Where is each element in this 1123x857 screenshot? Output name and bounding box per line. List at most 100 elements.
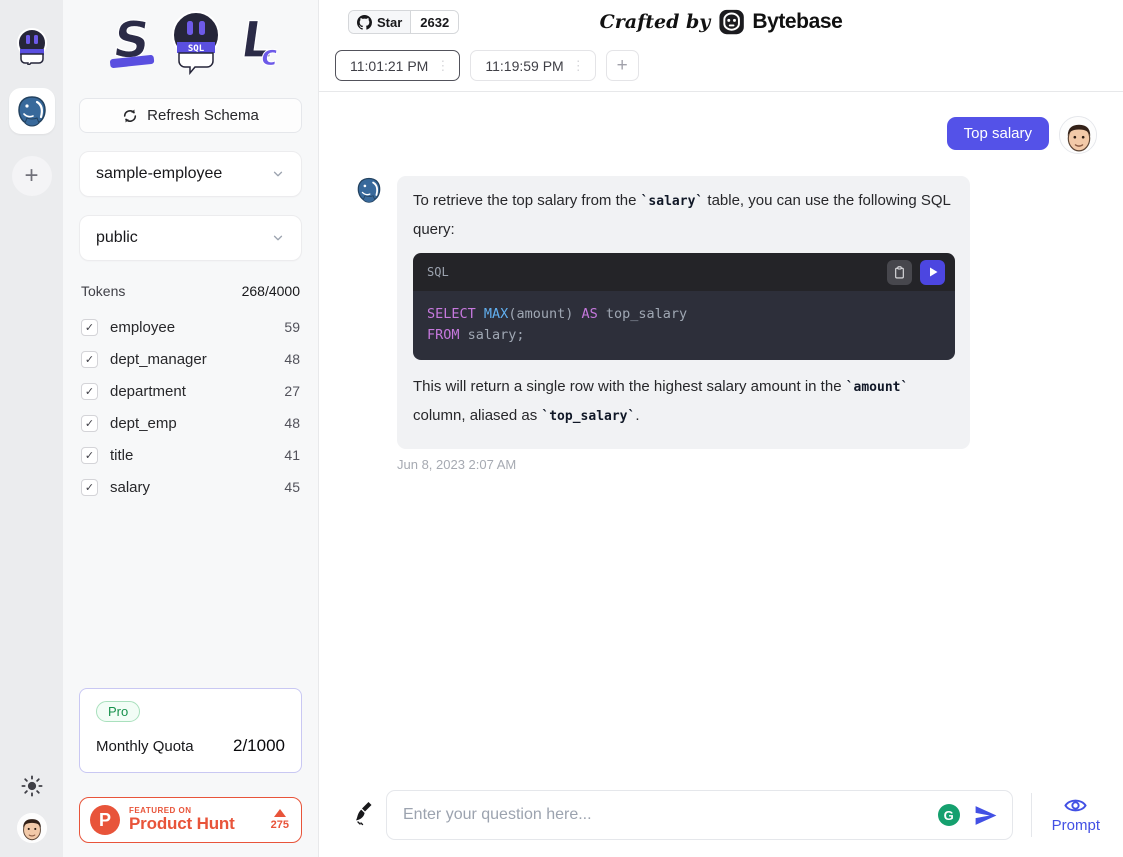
connection-rail: +	[0, 0, 63, 857]
table-row[interactable]: ✓ dept_manager 48	[79, 343, 302, 375]
quota-label: Monthly Quota	[96, 738, 194, 755]
database-select-value: sample-employee	[96, 165, 222, 183]
code-block-header: SQL	[413, 253, 955, 291]
robot-head-icon	[14, 27, 50, 65]
table-token-count: 48	[284, 351, 300, 367]
user-avatar-icon	[1060, 117, 1097, 154]
github-star-badge[interactable]: Star 2632	[348, 10, 459, 34]
table-row[interactable]: ✓employee59	[79, 311, 302, 343]
paper-plane-icon	[973, 803, 998, 828]
table-checkbox[interactable]: ✓	[81, 479, 98, 496]
clear-conversation-button[interactable]	[352, 800, 378, 830]
refresh-schema-label: Refresh Schema	[147, 107, 259, 124]
schema-select[interactable]: public	[79, 215, 302, 261]
upvote-triangle-icon	[274, 809, 286, 817]
message-timestamp: Jun 8, 2023 2:07 AM	[397, 457, 1097, 472]
star-label: Star	[377, 15, 402, 30]
table-name: employee	[110, 319, 272, 336]
broom-icon	[353, 801, 377, 829]
user-message-bubble: Top salary	[947, 117, 1049, 150]
prompt-button[interactable]: Prompt	[1046, 796, 1106, 834]
crafted-by-brand[interactable]: Crafted by Bytebase	[600, 9, 843, 35]
top-bar: Star 2632 Crafted by Bytebase	[319, 0, 1123, 44]
table-name: department	[110, 383, 272, 400]
github-icon	[357, 15, 372, 30]
crafted-by-label: Crafted by	[600, 11, 711, 33]
question-input[interactable]	[403, 806, 926, 824]
table-row[interactable]: ✓salary45	[79, 471, 302, 503]
schema-select-value: public	[96, 229, 138, 247]
tab-menu-icon[interactable]: ⋮	[572, 58, 585, 74]
table-checkbox[interactable]: ✓	[81, 351, 98, 368]
table-name: dept_emp	[110, 415, 272, 432]
theme-toggle-button[interactable]	[21, 775, 43, 797]
run-query-button[interactable]	[920, 260, 945, 285]
sqlchat-bot-icon[interactable]	[12, 26, 52, 66]
table-checkbox[interactable]: ✓	[81, 415, 98, 432]
product-hunt-badge[interactable]: P FEATURED ON Product Hunt 275	[79, 797, 302, 843]
table-checkbox[interactable]: ✓	[81, 319, 98, 336]
chevron-down-icon	[271, 167, 285, 181]
logo-robot-q: SQL	[173, 12, 219, 73]
tokens-row: Tokens 268/4000	[79, 283, 302, 299]
postgresql-elephant-icon	[15, 94, 49, 128]
database-select[interactable]: sample-employee	[79, 151, 302, 197]
table-name: salary	[110, 479, 272, 496]
question-input-container: G	[386, 790, 1013, 840]
new-conversation-button[interactable]: +	[606, 50, 639, 81]
user-avatar	[1059, 116, 1097, 154]
table-row[interactable]: ✓ dept_emp 48	[79, 407, 302, 439]
sqlchat-logo: S SQL L c	[79, 8, 302, 76]
add-connection-button[interactable]: +	[12, 156, 52, 196]
product-hunt-votes: 275	[271, 809, 289, 831]
assistant-avatar	[355, 176, 383, 204]
star-count: 2632	[411, 11, 458, 33]
table-name: title	[110, 447, 272, 464]
product-hunt-logo-icon: P	[90, 805, 120, 835]
play-icon	[927, 266, 939, 278]
grammarly-icon[interactable]: G	[938, 804, 960, 826]
conversation-tab-label: 11:19:59 PM	[485, 58, 563, 74]
assistant-message-row: To retrieve the top salary from the `sal…	[355, 176, 1097, 449]
code-block-body: SELECT MAX(amount) AS top_salaryFROM sal…	[413, 291, 955, 360]
copy-code-button[interactable]	[887, 260, 912, 285]
bytebase-name: Bytebase	[752, 10, 842, 34]
table-row[interactable]: ✓ department 27	[79, 375, 302, 407]
product-hunt-vote-count: 275	[271, 819, 289, 831]
chat-message-area: Top salary	[319, 92, 1123, 790]
code-line: SELECT MAX(amount) AS top_salary	[427, 304, 941, 325]
eye-icon	[1064, 796, 1087, 815]
conversation-tab[interactable]: 11:01:21 PM ⋮	[335, 50, 460, 81]
chat-main: Star 2632 Crafted by Bytebase 11:01:21 P…	[319, 0, 1123, 857]
bytebase-logo-icon	[718, 9, 744, 35]
table-checkbox[interactable]: ✓	[81, 447, 98, 464]
table-row[interactable]: ✓title41	[79, 439, 302, 471]
refresh-icon	[122, 108, 138, 124]
connection-postgres[interactable]	[9, 88, 55, 134]
tokens-value: 268/4000	[242, 283, 300, 299]
tokens-label: Tokens	[81, 283, 125, 299]
table-token-count: 48	[284, 415, 300, 431]
code-language-label: SQL	[427, 265, 879, 279]
composer-divider	[1031, 793, 1032, 837]
pro-badge: Pro	[96, 701, 140, 722]
quota-card: Pro Monthly Quota 2/1000	[79, 688, 302, 773]
assistant-paragraph: To retrieve the top salary from the `sal…	[413, 187, 955, 244]
clipboard-icon	[893, 266, 906, 279]
postgresql-elephant-icon	[355, 176, 383, 204]
chevron-down-icon	[271, 231, 285, 245]
product-hunt-name: Product Hunt	[129, 815, 262, 833]
tab-menu-icon[interactable]: ⋮	[436, 58, 449, 74]
table-list: ✓employee59✓dept_manager48✓department27✓…	[79, 311, 302, 503]
send-button[interactable]	[972, 801, 1000, 829]
user-avatar-icon	[17, 813, 47, 843]
prompt-button-label: Prompt	[1052, 817, 1100, 834]
profile-avatar-button[interactable]	[17, 813, 47, 843]
table-checkbox[interactable]: ✓	[81, 383, 98, 400]
conversation-tab[interactable]: 11:19:59 PM ⋮	[470, 50, 595, 81]
refresh-schema-button[interactable]: Refresh Schema	[79, 98, 302, 133]
schema-sidebar: S SQL L c Refresh Schema	[63, 0, 319, 857]
conversation-tab-label: 11:01:21 PM	[350, 58, 428, 74]
table-name: dept_manager	[110, 351, 272, 368]
table-token-count: 27	[284, 383, 300, 399]
